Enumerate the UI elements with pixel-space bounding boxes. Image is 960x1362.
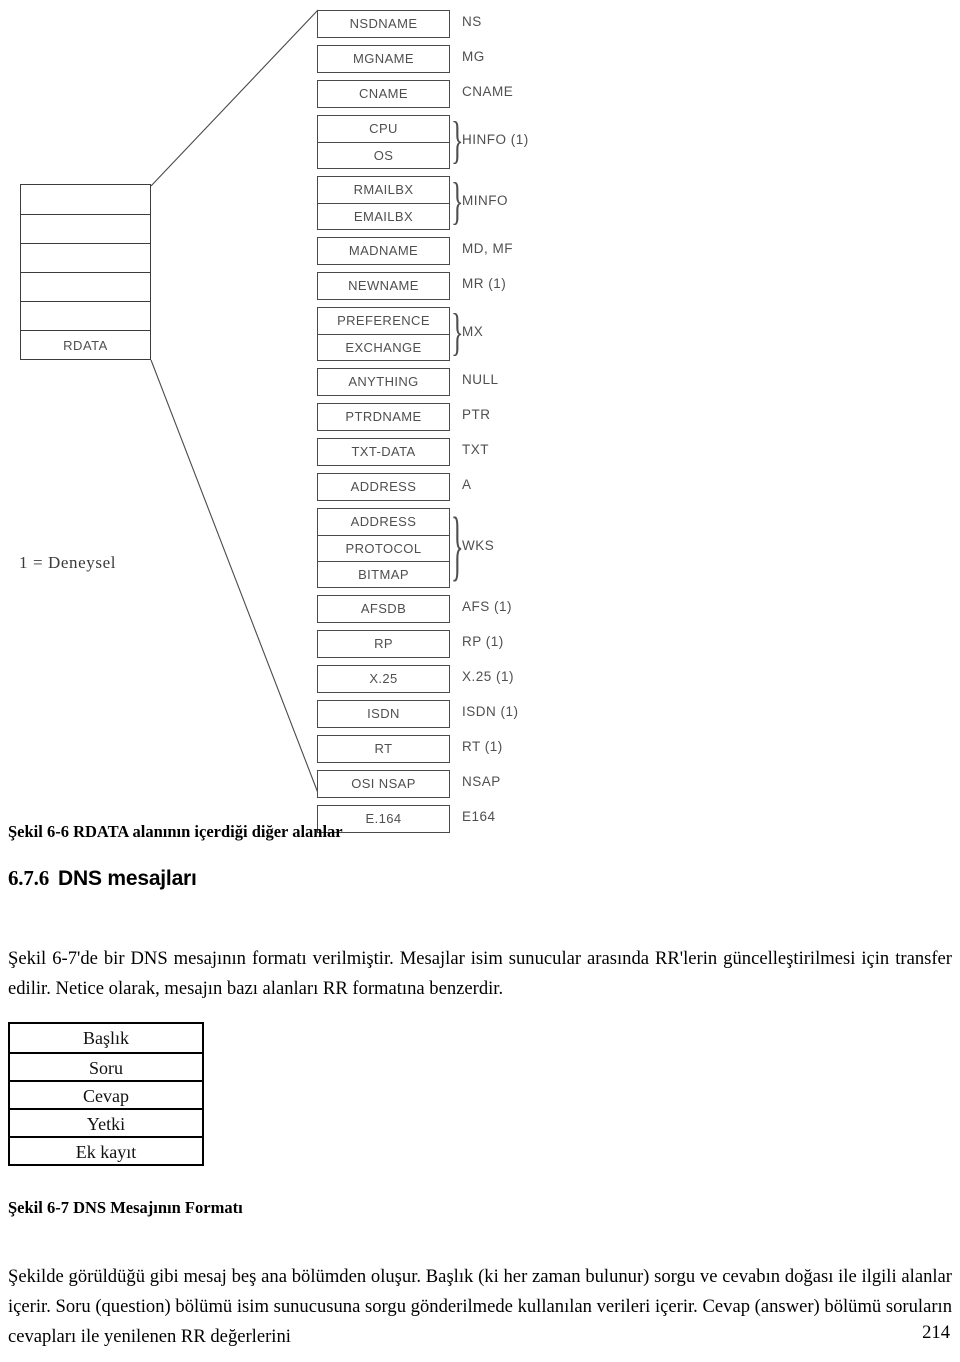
- rr-field-cell: MGNAME: [353, 51, 414, 66]
- rdata-cell-empty: [21, 272, 150, 301]
- rr-field-cell: BITMAP: [318, 561, 449, 587]
- rr-type-label: MG: [462, 49, 485, 64]
- rr-field-cell: ADDRESS: [350, 479, 417, 494]
- rr-field-box: MADNAME: [317, 237, 450, 265]
- dns-message-section: Soru: [10, 1052, 202, 1080]
- rr-field-cell: PREFERENCE: [337, 313, 430, 328]
- rr-field-cell: ADDRESS: [350, 514, 417, 529]
- rr-group-brace: }: [451, 303, 464, 361]
- rr-type-label: TXT: [462, 442, 489, 457]
- rr-type-label: PTR: [462, 407, 491, 422]
- rr-type-label: WKS: [462, 538, 495, 553]
- rr-type-label: ISDN (1): [462, 704, 519, 719]
- rr-type-label: RT (1): [462, 739, 503, 754]
- rr-field-cell: RP: [374, 636, 393, 651]
- dns-message-section: Cevap: [10, 1080, 202, 1108]
- rr-type-label: MX: [462, 324, 484, 339]
- rr-type-label: NULL: [462, 372, 499, 387]
- rr-field-box: ADDRESS: [317, 473, 450, 501]
- section-number: 6.7.6: [8, 866, 50, 890]
- rr-field-cell: OSI NSAP: [351, 776, 416, 791]
- rdata-cell-labeled: RDATA: [21, 330, 150, 359]
- rr-field-box: ADDRESS PROTOCOL BITMAP: [317, 508, 450, 588]
- rr-field-box: X.25: [317, 665, 450, 693]
- dns-message-format-box: Başlık Soru Cevap Yetki Ek kayıt: [8, 1022, 204, 1166]
- rr-field-cell: EMAILBX: [318, 203, 449, 229]
- rr-field-box: ISDN: [317, 700, 450, 728]
- rr-field-box: RT: [317, 735, 450, 763]
- paragraph-dns-messages-intro: Şekil 6-7'de bir DNS mesajının formatı v…: [8, 947, 952, 999]
- figure-rdata-fields: RDATA 1 = Deneysel NSDNAME NS MGNAME MG CNAM…: [0, 0, 960, 833]
- rr-type-label: RP (1): [462, 634, 504, 649]
- rr-field-box: MGNAME: [317, 45, 450, 73]
- section-heading: 6.7.6 DNS mesajları: [8, 866, 197, 891]
- rr-field-cell: NSDNAME: [349, 16, 418, 31]
- rr-type-label: A: [462, 477, 472, 492]
- rdata-stack: RDATA: [20, 184, 151, 360]
- rr-field-box: ANYTHING: [317, 368, 450, 396]
- rr-field-cell: RT: [374, 741, 393, 756]
- rr-field-cell: NEWNAME: [348, 278, 419, 293]
- rdata-cell-empty: [21, 214, 150, 243]
- rr-field-box: RP: [317, 630, 450, 658]
- rr-group-brace: }: [451, 111, 464, 169]
- rr-field-cell: X.25: [369, 671, 398, 686]
- rr-field-cell: TXT-DATA: [351, 444, 416, 459]
- rr-field-cell: PTRDNAME: [345, 409, 422, 424]
- rr-field-box: CNAME: [317, 80, 450, 108]
- rdata-connector-lines: [150, 9, 319, 794]
- rr-type-label: NS: [462, 14, 482, 29]
- figure-6-7-caption: Şekil 6-7 DNS Mesajının Formatı: [8, 1198, 243, 1217]
- rr-field-cell: ANYTHING: [348, 374, 419, 389]
- paragraph-message-sections: Şekilde görüldüğü gibi mesaj beş ana böl…: [8, 1265, 952, 1347]
- rr-field-box: PREFERENCE EXCHANGE: [317, 307, 450, 361]
- rdata-cell-empty: [21, 301, 150, 330]
- rr-field-cell: CPU: [369, 121, 398, 136]
- rr-type-label: AFS (1): [462, 599, 513, 614]
- rr-field-cell: OS: [318, 142, 449, 168]
- rr-field-box: PTRDNAME: [317, 403, 450, 431]
- rr-type-label: MR (1): [462, 276, 507, 291]
- rr-field-cell: AFSDB: [360, 601, 407, 616]
- rr-field-cell: CNAME: [359, 86, 408, 101]
- rr-field-box: NSDNAME: [317, 10, 450, 38]
- rr-field-cell: EXCHANGE: [318, 334, 449, 360]
- rr-type-label: HINFO (1): [462, 132, 529, 147]
- rdata-cell-empty: [21, 243, 150, 272]
- dns-message-section: Ek kayıt: [10, 1136, 202, 1164]
- rr-type-label: NSAP: [462, 774, 501, 789]
- rr-field-box: CPU OS: [317, 115, 450, 169]
- rr-type-label: E164: [462, 809, 496, 824]
- rr-field-cell: RMAILBX: [353, 182, 414, 197]
- rr-field-box: TXT-DATA: [317, 438, 450, 466]
- section-title: DNS mesajları: [58, 867, 197, 890]
- rr-field-box: OSI NSAP: [317, 770, 450, 798]
- rr-group-brace: }: [451, 172, 464, 230]
- rr-field-cell: PROTOCOL: [318, 535, 449, 561]
- rr-field-cell: MADNAME: [348, 243, 419, 258]
- dns-message-section: Başlık: [82, 1028, 129, 1048]
- rr-type-label: MD, MF: [462, 241, 513, 256]
- rr-field-cell: ISDN: [367, 706, 400, 721]
- rr-field-box: AFSDB: [317, 595, 450, 623]
- rr-group-brace: }: [451, 502, 464, 589]
- rdata-cell-empty: [21, 185, 150, 214]
- rr-type-label: MINFO: [462, 193, 508, 208]
- rr-type-label: CNAME: [462, 84, 514, 99]
- legend-experimental: 1 = Deneysel: [19, 553, 117, 572]
- figure-6-6-caption: Şekil 6-6 RDATA alanının içerdiği diğer …: [8, 822, 343, 841]
- page-number: 214: [922, 1322, 950, 1343]
- rr-field-box: RMAILBX EMAILBX: [317, 176, 450, 230]
- rr-type-label: X.25 (1): [462, 669, 515, 684]
- rr-field-box: NEWNAME: [317, 272, 450, 300]
- dns-message-section: Yetki: [10, 1108, 202, 1136]
